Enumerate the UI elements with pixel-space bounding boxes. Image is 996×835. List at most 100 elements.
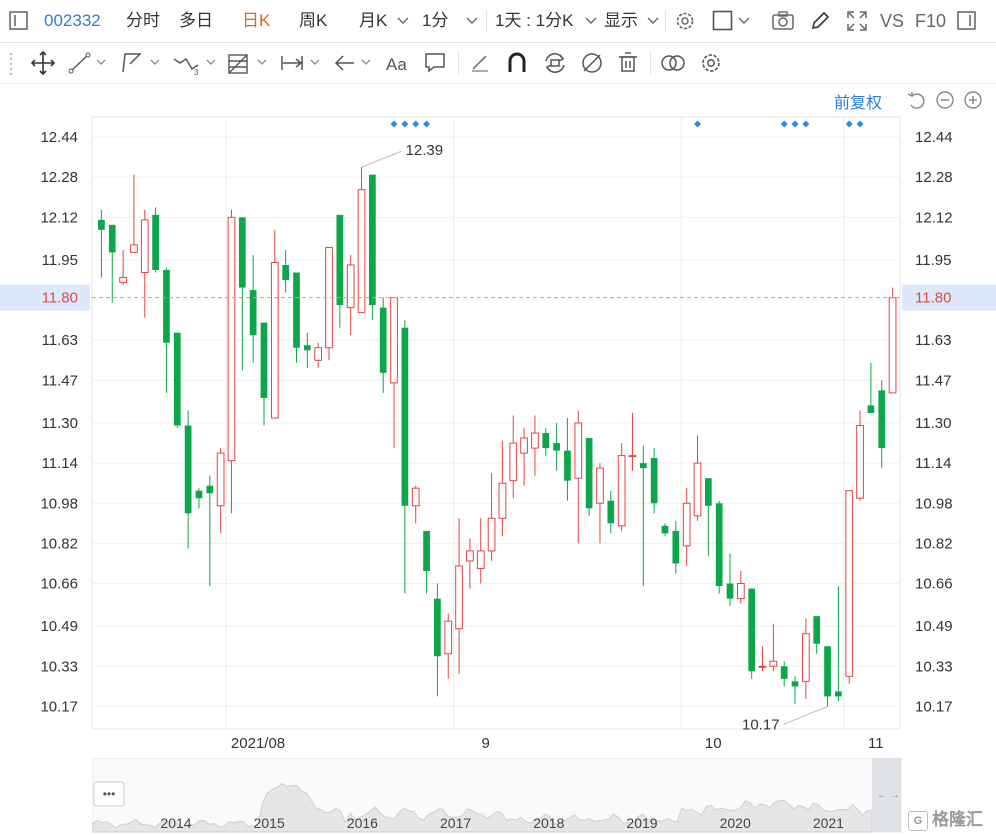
polyline-tool-icon[interactable] <box>120 49 162 77</box>
candle-body <box>238 217 246 288</box>
candle-down <box>780 661 788 687</box>
candle-up <box>531 415 539 476</box>
scroll-arrows-icon[interactable]: ← → <box>877 790 900 801</box>
tab-multiday[interactable]: 多日 <box>179 0 213 42</box>
chevron-down-icon[interactable] <box>647 17 659 25</box>
y-gridlines <box>92 136 900 707</box>
fullscreen-icon[interactable] <box>846 10 868 32</box>
fibonacci-tool-icon[interactable] <box>227 49 271 77</box>
y-tick-label: 12.28 <box>915 169 953 186</box>
y-tick-label: 10.17 <box>40 698 78 715</box>
candle-body <box>845 490 854 677</box>
display-menu[interactable]: 显示 <box>604 0 638 42</box>
event-marker-icon[interactable] <box>802 120 810 128</box>
event-marker-icon[interactable] <box>791 120 799 128</box>
candle-body <box>509 442 518 482</box>
candle-down <box>813 616 821 654</box>
navigator-year-label: 2014 <box>160 815 191 831</box>
pencil-icon[interactable] <box>809 10 831 32</box>
more-button-label: ••• <box>103 787 116 801</box>
candle-body <box>434 598 441 657</box>
vs-button[interactable]: VS <box>880 0 904 42</box>
zoom-out-icon[interactable] <box>935 90 955 110</box>
candle-body <box>639 463 647 469</box>
candle-body <box>553 443 560 451</box>
event-marker-icon[interactable] <box>401 120 409 128</box>
candle-down <box>152 207 159 273</box>
drawing-settings-gear-icon[interactable] <box>698 49 724 77</box>
event-marker-icon[interactable] <box>856 120 864 128</box>
candle-body <box>487 517 496 552</box>
high-low-annotations: 12.39 10.17 <box>361 142 828 733</box>
event-marker-icon[interactable] <box>423 120 431 128</box>
magnet-icon[interactable] <box>505 49 529 77</box>
eraser-line-icon[interactable] <box>468 49 492 77</box>
sync-drawing-icon[interactable] <box>541 49 569 77</box>
event-marker-icon[interactable] <box>390 120 398 128</box>
wave-tool-icon[interactable]: 3 <box>172 49 218 77</box>
event-marker-icon[interactable] <box>694 120 701 128</box>
trend-line-icon[interactable] <box>68 49 108 77</box>
candle-body <box>357 189 366 314</box>
tab-weekly-k[interactable]: 周K <box>299 0 327 42</box>
f10-button[interactable]: F10 <box>915 0 946 42</box>
event-marker-icon[interactable] <box>845 120 853 128</box>
chevron-down-icon[interactable] <box>397 17 409 25</box>
chevron-down-icon[interactable] <box>466 17 478 25</box>
candle-up <box>758 646 767 672</box>
candle-up <box>596 463 604 544</box>
candle-down <box>672 520 680 574</box>
adjust-mode-button[interactable]: 前复权 <box>834 89 882 113</box>
candle-up <box>888 287 897 394</box>
move-cross-icon[interactable] <box>30 49 56 77</box>
compare-overlay-icon[interactable] <box>659 49 689 77</box>
trash-icon[interactable] <box>616 49 640 77</box>
camera-icon[interactable] <box>771 10 795 32</box>
candle-up <box>390 297 398 449</box>
undo-icon[interactable] <box>906 90 926 110</box>
tab-intraday[interactable]: 分时 <box>126 0 160 42</box>
arrow-left-icon[interactable] <box>333 49 377 77</box>
text-tool-icon[interactable]: Aa <box>384 49 412 77</box>
candle-down <box>184 410 192 549</box>
candle-body <box>617 455 626 527</box>
measure-tool-icon[interactable] <box>280 49 324 77</box>
panel-toggle-icon[interactable] <box>9 11 29 31</box>
candle-body <box>411 487 420 507</box>
event-marker-icon[interactable] <box>412 120 420 128</box>
chevron-down-icon[interactable] <box>585 17 597 25</box>
layout-square-icon[interactable] <box>712 10 734 32</box>
tab-monthly-k[interactable]: 月K <box>359 0 387 42</box>
settings-gear-icon[interactable] <box>674 10 696 32</box>
candle-body <box>423 530 430 571</box>
interval-select[interactable]: 1分 <box>422 0 448 42</box>
candle-body <box>813 616 821 644</box>
event-markers[interactable] <box>390 120 864 128</box>
candle-body <box>346 264 355 309</box>
y-tick-label: 11.95 <box>42 252 78 269</box>
candlestick-chart[interactable]: 12.44 12.28 12.12 11.95 11.80 11.63 11.47 11.30… <box>0 112 996 757</box>
multi-period-select[interactable]: 1天 : 1分K <box>495 0 573 42</box>
candle-up <box>617 443 626 531</box>
candle-body <box>163 270 170 343</box>
comment-icon[interactable] <box>423 49 447 77</box>
y-tick-label: 11.30 <box>42 415 78 432</box>
candle-body <box>736 583 745 600</box>
y-tick-label: 10.98 <box>40 495 78 512</box>
tab-daily-k[interactable]: 日K <box>242 0 270 42</box>
zoom-in-icon[interactable] <box>963 90 983 110</box>
stock-code[interactable]: 002332 <box>44 0 101 42</box>
chevron-down-icon[interactable] <box>738 17 750 25</box>
candle-up <box>357 167 366 314</box>
drag-handle-icon[interactable] <box>8 51 14 75</box>
hide-drawings-icon[interactable] <box>579 49 605 77</box>
watermark-logo-icon: G <box>908 810 928 831</box>
candles <box>98 167 897 707</box>
event-marker-icon[interactable] <box>780 120 788 128</box>
high-leader-line <box>361 150 402 168</box>
candle-up <box>574 410 583 544</box>
panel-collapse-icon[interactable] <box>957 11 977 31</box>
overview-navigator[interactable]: 2014 2015 2016 2017 2018 2019 2020 2021 ••• ← → <box>92 758 902 833</box>
candle-up <box>466 538 474 589</box>
candle-down <box>195 488 203 509</box>
